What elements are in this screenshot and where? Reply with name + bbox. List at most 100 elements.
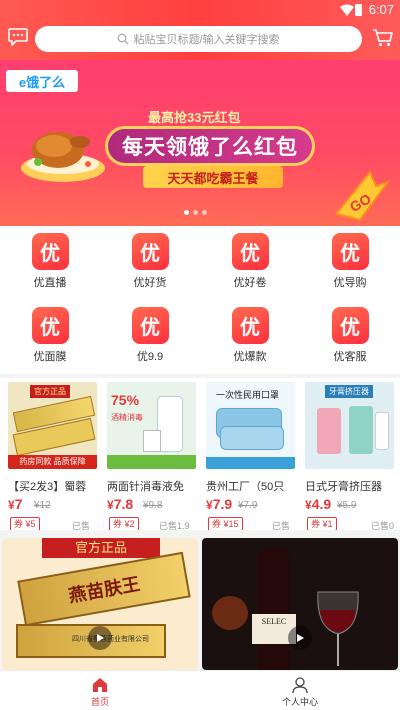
coupon-badge[interactable]: 券 ¥15 [208,517,243,531]
product-badge: 75% [111,392,140,408]
price-currency: ¥ [8,498,15,512]
product-original-price: ¥9.8 [143,500,163,511]
squeezer-device [349,406,373,454]
video-card[interactable]: 官方正品 燕苗肤王 四川省蜀蓉药业有限公司 [2,538,198,670]
product-original-price: ¥12 [34,500,51,511]
battery-icon [355,4,362,16]
category-label: 优爆款 [233,351,267,363]
product-original-price: ¥5.9 [337,500,357,511]
wine-cork [212,596,248,630]
category-label: 优好货 [133,277,167,289]
product-price: ¥7.8 [107,496,133,512]
product-price: ¥7.9 [206,496,232,512]
bottle-label [143,430,161,452]
video-card[interactable]: SELEC [202,538,398,670]
product-title: 【买2发3】蜀蓉 [8,481,87,493]
mask-stack [220,426,284,450]
product-card[interactable]: 牙膏挤压器 日式牙膏挤压器 ¥4.9 ¥5.9 券 ¥1 已售0 [297,382,394,532]
you-badge-icon: 优 [31,233,69,270]
you-badge-icon: 优 [131,307,169,344]
play-button[interactable] [88,626,112,650]
play-button[interactable] [288,626,312,650]
search-input[interactable]: 粘贴宝贝标题/输入关键字搜索 [35,26,362,52]
banner-dot[interactable] [184,210,189,215]
promo-banner[interactable]: e饿了么 最高抢33元红包 每天领饿了么红包 天天都吃霸王餐 GO [0,60,400,226]
product-image: 一次性民用口罩 [206,382,295,469]
you-badge-icon: 优 [231,233,269,270]
product-card[interactable]: 一次性民用口罩 贵州工厂（50只 ¥7.9 ¥7.9 券 ¥15 已售65 [198,382,295,542]
product-card[interactable]: 75% 酒精消毒 两面针消毒液免 ¥7.8 ¥9.8 券 ¥2 已售1.9万 [99,382,196,544]
category-item-service[interactable]: 优 优客服 [300,300,400,374]
price-ribbon [107,455,196,469]
product-strip: 官方正品 药房同款 品质保障 【买2发3】蜀蓉 ¥7 ¥12 券 ¥5 已售42… [0,374,400,544]
product-price: ¥4.9 [305,496,331,512]
product-card[interactable]: 官方正品 药房同款 品质保障 【买2发3】蜀蓉 ¥7 ¥12 券 ¥5 已售42… [0,382,97,542]
product-badge: 官方正品 [30,385,70,398]
wine-glass-image [317,591,359,666]
nav-label: 个人中心 [281,697,318,707]
product-image: 官方正品 药房同款 品质保障 [8,382,97,469]
you-badge-icon: 优 [331,233,369,270]
banner-dot[interactable] [202,210,207,215]
status-bar: 6:07 [0,0,400,22]
banner-pagination [184,210,207,215]
product-footer: 药房同款 品质保障 [8,455,97,469]
cart-icon[interactable] [372,28,394,48]
wifi-icon [340,4,354,16]
category-item-mask[interactable]: 优 优面膜 [0,300,100,374]
roast-chicken-image [21,132,105,182]
banner-title-box: 每天领饿了么红包 [105,126,315,166]
banner-dot[interactable] [193,210,198,215]
coupon-badge[interactable]: 券 ¥2 [109,517,139,531]
nav-home[interactable]: 首页 [0,671,200,710]
price-value: 7 [14,496,23,512]
user-icon [292,677,308,694]
price-ribbon [206,457,295,469]
price-value: 7.8 [113,496,134,512]
price-currency: ¥ [107,498,114,512]
product-image: 75% 酒精消毒 [107,382,196,469]
product-original-price: ¥7.9 [238,500,258,511]
coupon-badge[interactable]: 券 ¥1 [307,517,337,531]
search-placeholder: 粘贴宝贝标题/输入关键字搜索 [133,34,280,46]
category-label: 优直播 [33,277,67,289]
play-icon [97,634,104,642]
squeezer-device [317,408,341,454]
wine-bottle [258,548,290,670]
you-badge-icon: 优 [331,307,369,344]
product-title: 日式牙膏挤压器 [305,481,382,493]
you-badge-icon: 优 [31,307,69,344]
price-value: 4.9 [311,496,332,512]
category-item-live[interactable]: 优 优直播 [0,226,100,300]
eleme-logo: e饿了么 [6,70,78,92]
price-value: 7.9 [212,496,233,512]
video-badge: 官方正品 [42,538,160,558]
product-title: 两面针消毒液免 [107,481,184,493]
category-item-coupon[interactable]: 优 优好卷 [200,226,300,300]
category-grid: 优 优直播 优 优好货 优 优好卷 优 优导购 优 优面膜 优 优9.9 优 优… [0,226,400,374]
product-badge: 一次性民用口罩 [216,390,280,400]
banner-subtitle: 最高抢33元红包 [148,110,241,125]
squeezer-device [375,412,389,450]
banner-tag: 天天都吃霸王餐 [143,166,283,188]
category-label: 优9.9 [136,351,164,363]
category-item-guide[interactable]: 优 优导购 [300,226,400,300]
app-screen: 6:07 粘贴宝贝标题/输入关键字搜索 e饿了么 最高抢33元红包 每天领饿了么… [0,0,400,710]
category-label: 优客服 [333,351,367,363]
nav-profile[interactable]: 个人中心 [200,671,400,710]
status-time: 6:07 [368,2,394,17]
you-badge-icon: 优 [231,307,269,344]
product-badge: 牙膏挤压器 [325,385,373,398]
video-feed: 官方正品 燕苗肤王 四川省蜀蓉药业有限公司 SELEC [0,530,400,670]
category-label: 优导购 [333,277,367,289]
nav-label: 首页 [90,697,109,707]
category-item-hot[interactable]: 优 优爆款 [200,300,300,374]
go-badge-image: GO [334,170,391,222]
category-item-99[interactable]: 优 优9.9 [100,300,200,374]
category-item-goods[interactable]: 优 优好货 [100,226,200,300]
play-icon [297,634,304,642]
coupon-badge[interactable]: 券 ¥5 [10,517,40,531]
product-title: 贵州工厂（50只 [206,481,285,493]
message-icon[interactable] [8,28,28,46]
home-icon [93,678,107,692]
